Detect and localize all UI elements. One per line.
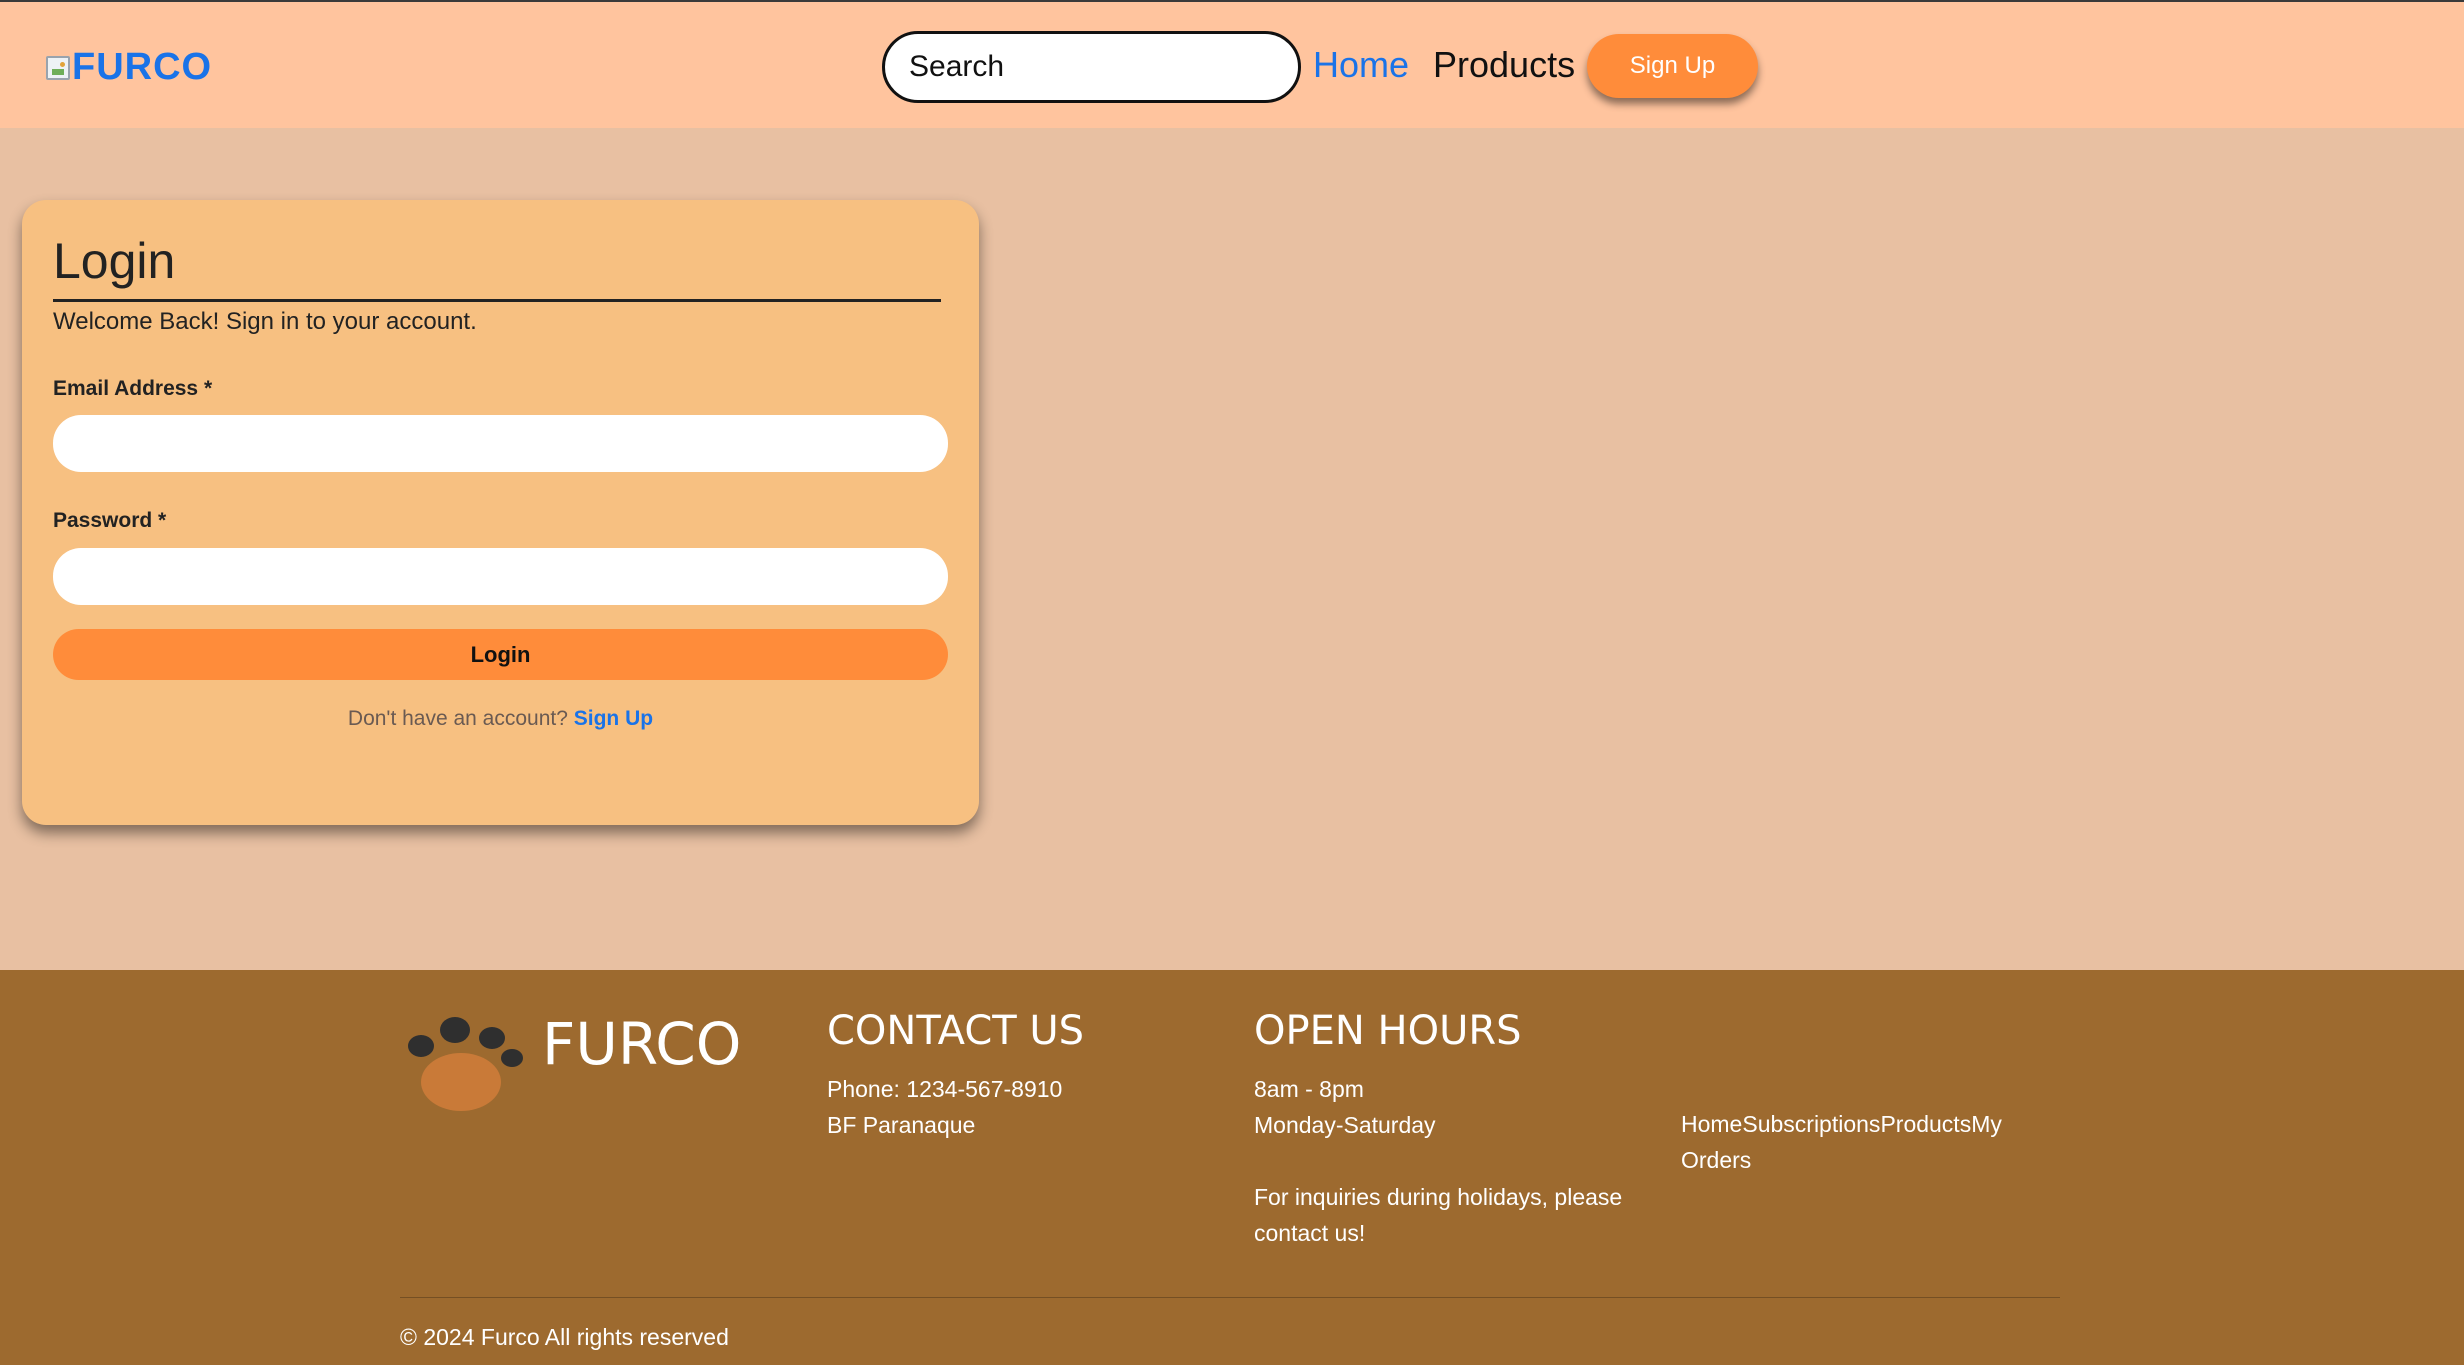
footer-divider [400,1297,2060,1298]
hours-time: 8am - 8pm [1254,1076,1364,1102]
logo-text: FURCO [72,46,213,88]
hours-days: Monday-Saturday [1254,1112,1436,1138]
top-navbar: FURCO Home Products Sign Up [0,0,2464,128]
contact-phone: Phone: 1234-567-8910 [827,1076,1063,1102]
welcome-text: Welcome Back! Sign in to your account. [53,308,477,335]
hours-heading: OPEN HOURS [1254,1008,1522,1054]
title-divider [53,299,941,302]
login-title: Login [53,233,176,289]
login-button[interactable]: Login [53,629,948,680]
no-account-text: Don't have an account? [347,707,568,730]
footer-link-home[interactable]: Home [1681,1111,1742,1137]
nav-home-link[interactable]: Home [1313,44,1409,86]
header-signup-button[interactable]: Sign Up [1587,34,1758,98]
broken-image-icon [46,55,70,80]
password-label: Password * [53,509,167,532]
footer-brand: FURCO [542,1010,742,1078]
login-card: Login Welcome Back! Sign in to your acco… [22,200,979,825]
signup-link[interactable]: Sign Up [574,707,653,730]
search-input[interactable] [882,31,1301,103]
paw-icon [408,1017,523,1111]
logo-link[interactable]: FURCO [46,46,212,89]
footer-link-subscriptions[interactable]: Subscriptions [1742,1111,1880,1137]
contact-address: BF Paranaque [827,1112,976,1138]
footer-link-products[interactable]: Products [1880,1111,1971,1137]
password-field[interactable] [53,548,948,605]
email-field[interactable] [53,415,948,472]
contact-heading: CONTACT US [827,1008,1085,1054]
signup-prompt: Don't have an account? Sign Up [22,707,979,731]
email-label: Email Address * [53,377,213,400]
footer-links: HomeSubscriptionsProductsMy Orders [1681,1106,2021,1178]
footer [0,970,2464,1365]
hours-note: For inquiries during holidays, please co… [1254,1184,1623,1246]
copyright-text: © 2024 Furco All rights reserved [400,1324,729,1350]
nav-products-link[interactable]: Products [1433,44,1575,86]
